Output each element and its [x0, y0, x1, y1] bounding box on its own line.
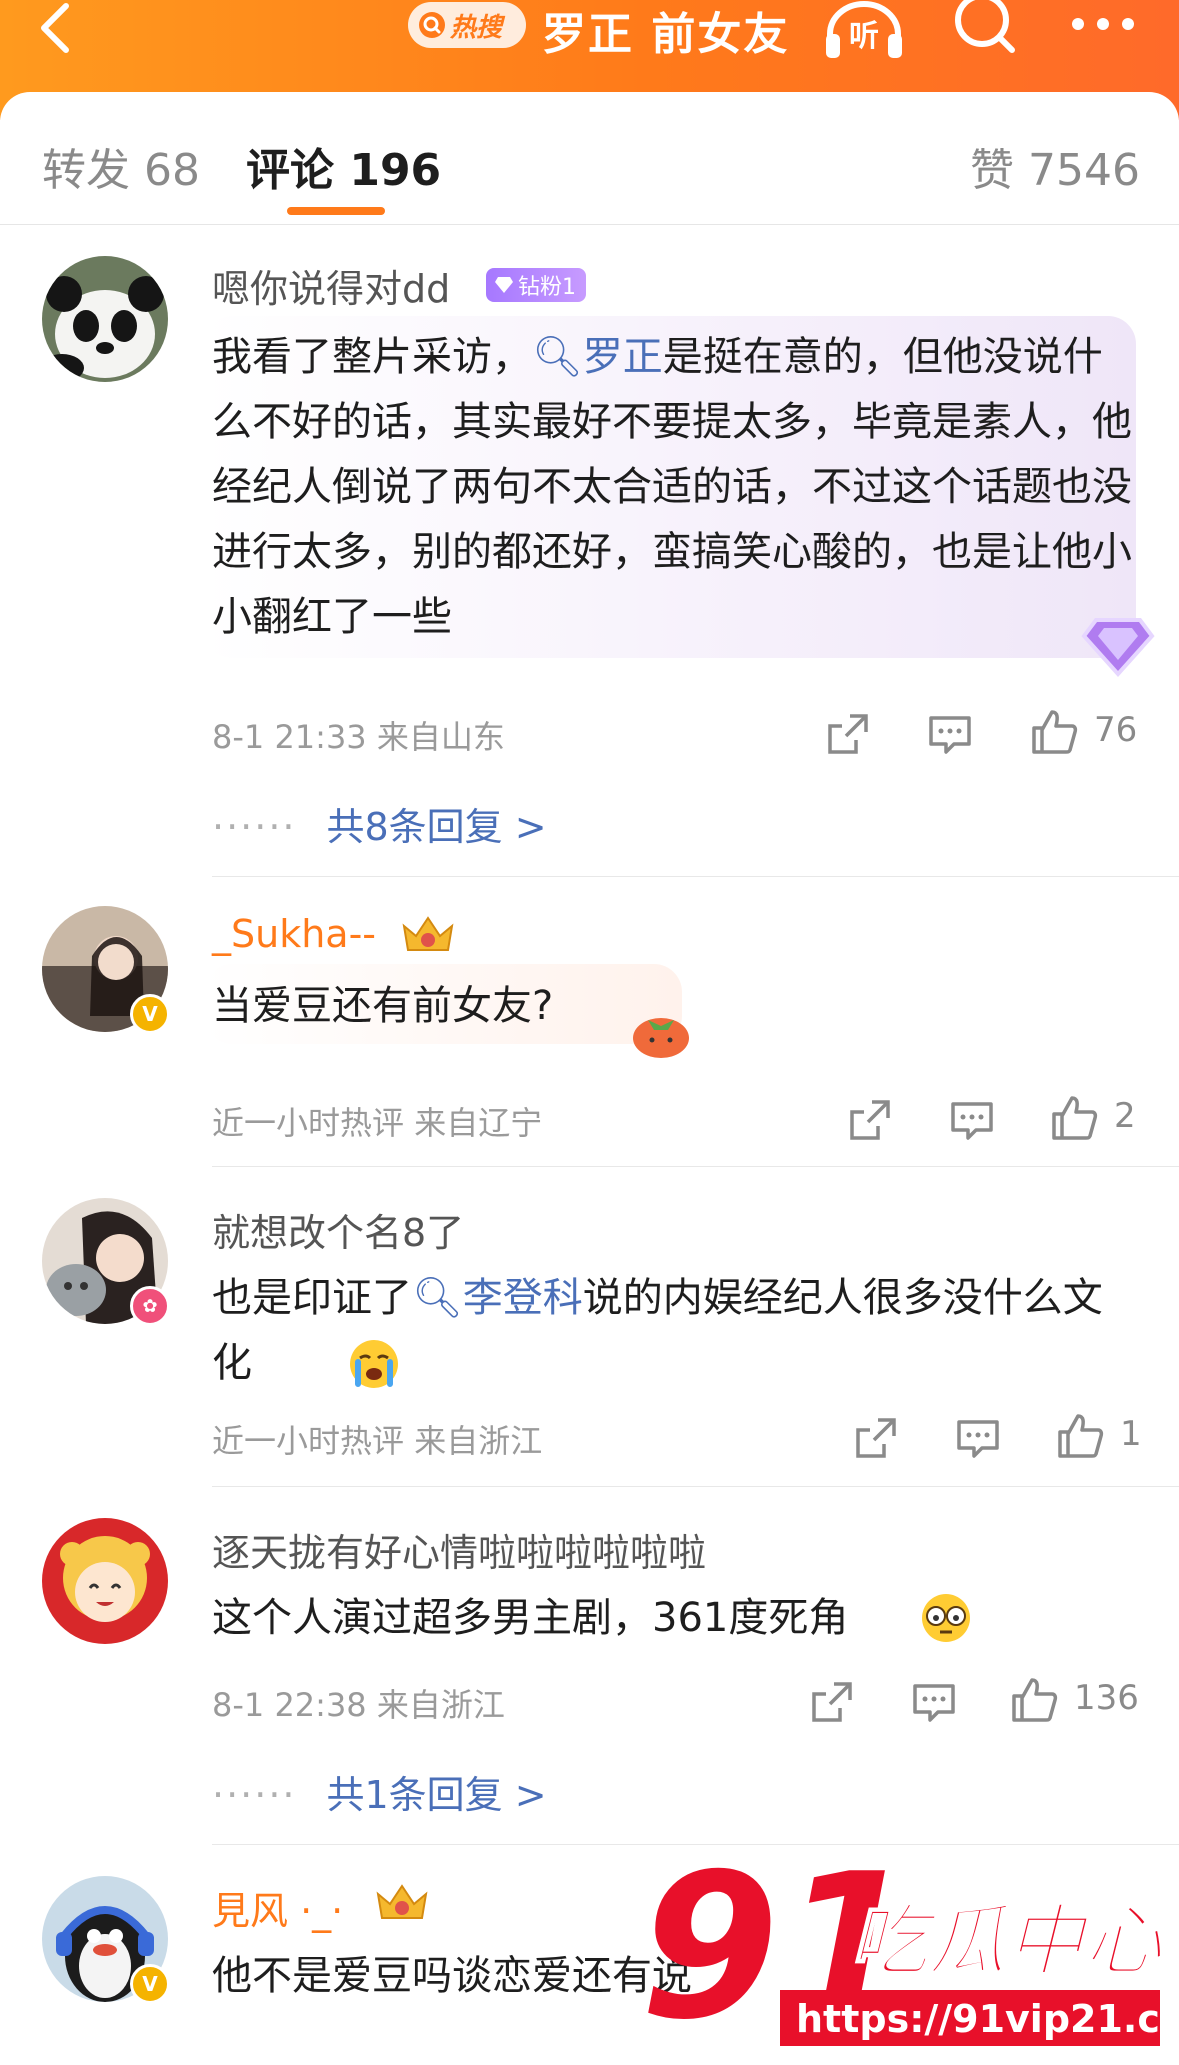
comment-tabs: 转发 68 评论 196 赞 7546 — [0, 92, 1179, 225]
divider — [212, 876, 1179, 877]
diamond-decoration-icon — [1081, 618, 1155, 677]
topic-link[interactable]: 🔍︎罗正 — [532, 334, 663, 380]
divider — [212, 1166, 1179, 1167]
comment-icon[interactable] — [956, 1416, 1000, 1460]
watermark-brand: 吃瓜中心 — [850, 1897, 1164, 1987]
watermark-logo: 91 吃瓜中心 https://91vip21.com — [640, 1840, 1179, 2064]
like-count: 136 — [1074, 1678, 1139, 1718]
topic-link[interactable]: 🔍︎李登科 — [412, 1275, 583, 1321]
divider — [212, 1486, 1179, 1487]
share-icon[interactable] — [810, 1680, 854, 1724]
hot-search-tag[interactable]: 热搜 — [408, 2, 526, 48]
cartoon-avatar-icon — [42, 1518, 168, 1644]
avatar[interactable] — [42, 1518, 168, 1644]
comment-username[interactable]: 就想改个名8了 — [212, 1202, 464, 1257]
speechless-emoji-icon — [922, 1594, 970, 1642]
comment-text: 我看了整片采访，🔍︎罗正是挺在意的，但他没说什么不好的话，其实最好不要提太多，毕… — [212, 334, 1132, 640]
persimmon-sticker-icon — [633, 1018, 689, 1058]
listen-label: 听 — [849, 19, 879, 54]
member-badge-icon: ✿ — [130, 1286, 170, 1326]
tab-likes[interactable]: 赞 7546 — [970, 134, 1140, 198]
comment-icon[interactable] — [950, 1098, 994, 1142]
more-icon[interactable] — [1068, 8, 1138, 48]
comment-text: 这个人演过超多男主剧，361度死角 — [212, 1595, 849, 1641]
like-count: 76 — [1094, 710, 1138, 750]
comment-username[interactable]: 見风 ·_· — [212, 1880, 343, 1935]
share-icon[interactable] — [854, 1416, 898, 1460]
crown-icon — [402, 916, 454, 951]
fan-badge: 钻粉1 — [486, 268, 586, 302]
comment-username[interactable]: 逐天拢有好心情啦啦啦啦啦啦 — [212, 1522, 706, 1577]
crown-icon — [376, 1884, 428, 1919]
avatar[interactable] — [42, 256, 168, 382]
like-count: 2 — [1114, 1096, 1136, 1136]
like-count: 1 — [1120, 1414, 1142, 1454]
comment-meta: 8-1 22:38 来自浙江 — [212, 1686, 505, 1724]
watermark-url: https://91vip21.com — [796, 1997, 1179, 2041]
avatar[interactable]: ✿ — [42, 1198, 170, 1326]
search-icon[interactable] — [950, 0, 1020, 60]
avatar[interactable]: V — [42, 906, 170, 1034]
page-title: 罗正 前女友 — [542, 9, 790, 60]
like-icon[interactable] — [1050, 1094, 1098, 1142]
tab-comments[interactable]: 评论 196 — [246, 134, 441, 198]
like-icon[interactable] — [1010, 1676, 1058, 1724]
tab-reposts[interactable]: 转发 68 — [42, 134, 200, 198]
comment-meta: 近一小时热评 来自浙江 — [212, 1422, 543, 1460]
view-replies-link[interactable]: ······ 共1条回复 > — [212, 1764, 547, 1819]
diamond-icon — [495, 277, 513, 293]
hot-search-label: 热搜 — [450, 12, 503, 43]
comment-icon[interactable] — [912, 1680, 956, 1724]
search-icon — [419, 12, 445, 38]
comment-meta: 8-1 21:33 来自山东 — [212, 718, 505, 756]
back-arrow-icon[interactable] — [28, 0, 88, 60]
verified-badge-icon: V — [130, 994, 170, 1034]
headphones-listen-icon[interactable]: 听 — [822, 0, 906, 60]
like-icon[interactable] — [1056, 1412, 1104, 1460]
verified-badge-icon: V — [130, 1964, 170, 2004]
active-tab-indicator — [287, 207, 385, 215]
comment-meta: 近一小时热评 来自辽宁 — [212, 1104, 543, 1142]
comment-username[interactable]: 嗯你说得对dd — [212, 258, 450, 313]
panda-avatar-icon — [42, 256, 168, 382]
avatar[interactable]: V — [42, 1876, 170, 2004]
like-icon[interactable] — [1030, 708, 1078, 756]
share-icon[interactable] — [826, 712, 870, 756]
comment-icon[interactable] — [928, 712, 972, 756]
view-replies-link[interactable]: ······ 共8条回复 > — [212, 796, 547, 851]
comment-username[interactable]: _Sukha-- — [212, 912, 376, 956]
share-icon[interactable] — [848, 1098, 892, 1142]
crying-emoji-icon — [350, 1340, 398, 1388]
